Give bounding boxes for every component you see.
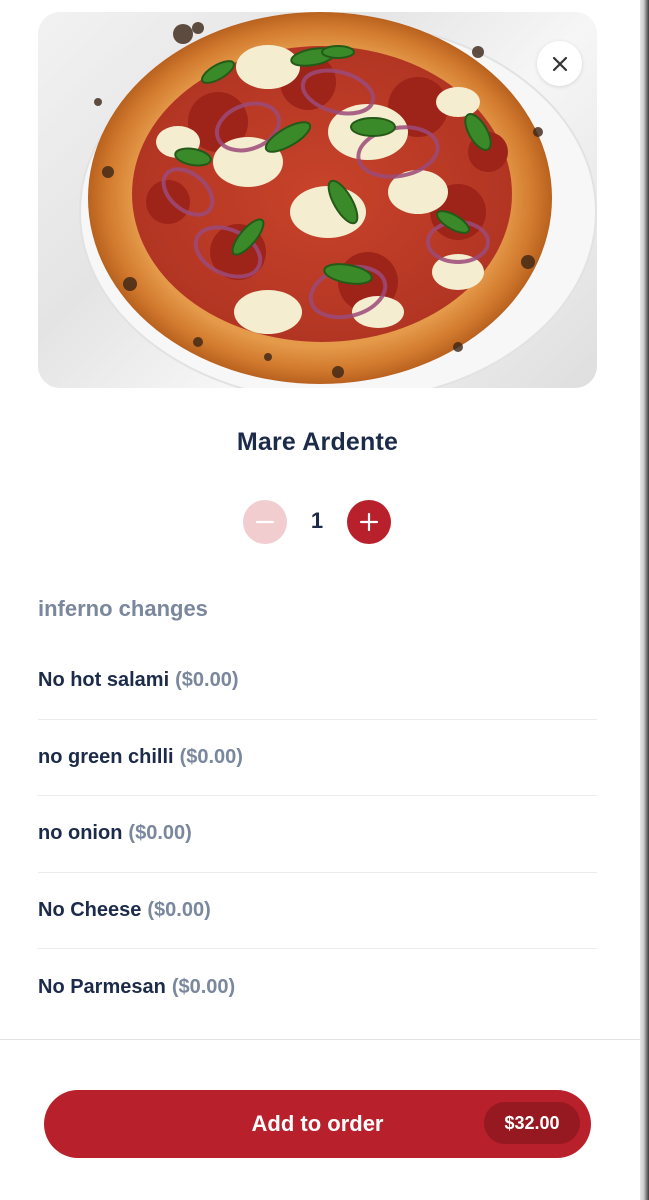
decrease-quantity-button[interactable] [243, 500, 287, 544]
modifier-options-list: No hot salami ($0.00) no green chilli ($… [38, 643, 597, 1026]
footer-divider [0, 1039, 640, 1040]
product-title: Mare Ardente [236, 428, 399, 456]
plus-icon [359, 512, 379, 532]
modifier-group-title: inferno changes [38, 596, 208, 621]
order-total-badge: $32.00 [484, 1102, 580, 1144]
close-icon [552, 56, 567, 71]
modifier-option-name: no onion [38, 822, 123, 845]
modifier-option-price: ($0.00) [128, 822, 192, 845]
close-button[interactable] [537, 41, 582, 86]
add-to-order-button[interactable]: Add to order $32.00 [44, 1090, 591, 1158]
modifier-option[interactable]: no green chilli ($0.00) [38, 720, 597, 796]
product-image [38, 12, 597, 388]
modifier-option-name: No Parmesan [38, 975, 166, 998]
window-edge [640, 0, 649, 1200]
product-modal: Mare Ardente 1 inferno changes No hot sa… [0, 0, 649, 1200]
quantity-value: 1 [310, 508, 324, 533]
modifier-option-name: No hot salami [38, 669, 170, 692]
modifier-option-price: ($0.00) [175, 669, 239, 692]
minus-icon [255, 520, 275, 524]
modifier-option-price: ($0.00) [147, 898, 211, 921]
modifier-option[interactable]: No Parmesan ($0.00) [38, 949, 597, 1026]
modifier-option-price: ($0.00) [179, 745, 243, 768]
modifier-option-price: ($0.00) [171, 975, 236, 998]
modifier-option[interactable]: No hot salami ($0.00) [38, 643, 597, 720]
modifier-option-name: no green chilli [38, 745, 174, 768]
modifier-option[interactable]: no onion ($0.00) [38, 796, 597, 873]
pizza-illustration [79, 12, 597, 388]
modifier-option[interactable]: No Cheese ($0.00) [38, 873, 597, 949]
modifier-option-name: No Cheese [38, 898, 142, 921]
increase-quantity-button[interactable] [347, 500, 391, 544]
